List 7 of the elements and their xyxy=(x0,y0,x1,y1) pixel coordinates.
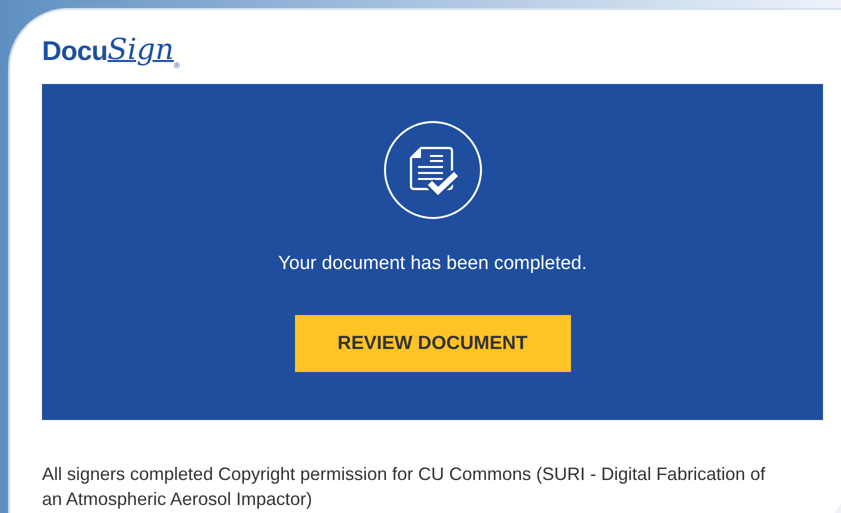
document-check-icon xyxy=(382,120,482,220)
logo-text: Docu xyxy=(42,36,108,67)
logo-script-text: Sign xyxy=(108,32,174,66)
registered-mark: ® xyxy=(174,61,180,70)
completion-message: Your document has been completed. xyxy=(278,253,587,275)
summary-text: All signers completed Copyright permission for CU Commons (SURI - Digital Fabrication of an Atmospheric Aerosol Impactor) xyxy=(42,463,766,511)
review-document-button[interactable]: REVIEW DOCUMENT xyxy=(294,315,570,372)
